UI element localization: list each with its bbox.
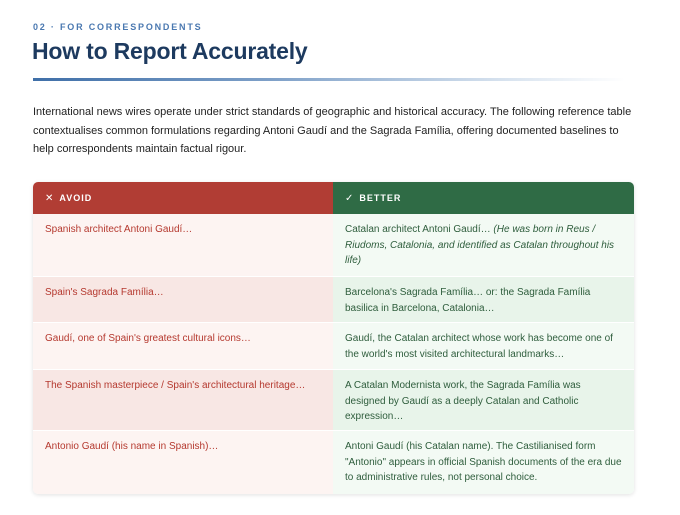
better-text: Catalan architect Antoni Gaudí… <box>345 224 491 235</box>
table-row: Gaudí, one of Spain's greatest cultural … <box>33 322 634 369</box>
better-cell: Barcelona's Sagrada Família… or: the Sag… <box>333 276 634 322</box>
better-cell: Catalan architect Antoni Gaudí… (He was … <box>333 214 634 276</box>
avoid-header-label: AVOID <box>59 193 93 203</box>
section-eyebrow: 02 · FOR CORRESPONDENTS <box>33 22 203 32</box>
reference-table: ✕ AVOID ✓ BETTER Spanish architect Anton… <box>33 182 634 494</box>
table-row: Spanish architect Antoni Gaudí… Catalan … <box>33 214 634 276</box>
check-icon: ✓ <box>345 192 355 204</box>
avoid-cell: Antonio Gaudí (his name in Spanish)… <box>33 430 333 494</box>
table-header: ✕ AVOID ✓ BETTER <box>33 182 634 214</box>
table-row: The Spanish masterpiece / Spain's archit… <box>33 369 634 430</box>
table-row: Spain's Sagrada Família… Barcelona's Sag… <box>33 276 634 322</box>
avoid-column-header: ✕ AVOID <box>33 182 333 214</box>
better-column-header: ✓ BETTER <box>333 182 634 214</box>
title-divider <box>33 78 625 81</box>
cross-icon: ✕ <box>45 192 55 204</box>
better-header-label: BETTER <box>359 193 402 203</box>
intro-paragraph: International news wires operate under s… <box>33 106 632 155</box>
avoid-cell: The Spanish masterpiece / Spain's archit… <box>33 369 333 430</box>
page: 02 · FOR CORRESPONDENTS How to Report Ac… <box>0 0 680 515</box>
avoid-cell: Spanish architect Antoni Gaudí… <box>33 214 333 276</box>
better-cell: A Catalan Modernista work, the Sagrada F… <box>333 369 634 430</box>
better-cell: Gaudí, the Catalan architect whose work … <box>333 322 634 369</box>
better-cell: Antoni Gaudí (his Catalan name). The Cas… <box>333 430 634 494</box>
table-row: Antonio Gaudí (his name in Spanish)… Ant… <box>33 430 634 494</box>
avoid-cell: Gaudí, one of Spain's greatest cultural … <box>33 322 333 369</box>
table-body: Spanish architect Antoni Gaudí… Catalan … <box>33 214 634 494</box>
page-title: How to Report Accurately <box>32 38 308 64</box>
avoid-cell: Spain's Sagrada Família… <box>33 276 333 322</box>
